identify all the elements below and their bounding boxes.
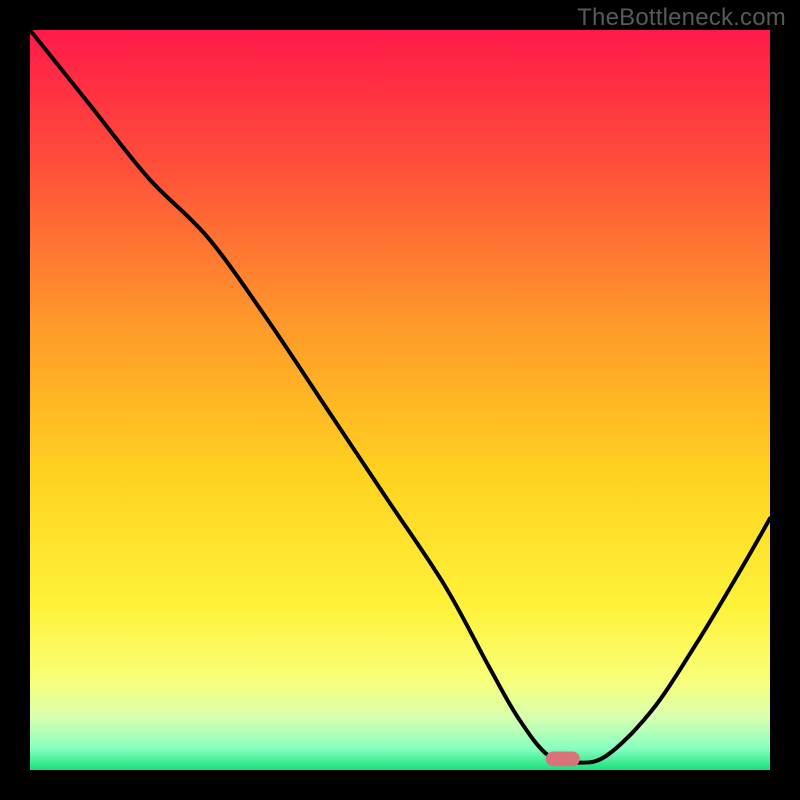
- bottleneck-chart: [30, 30, 770, 770]
- optimal-marker: [546, 752, 580, 767]
- chart-frame: TheBottleneck.com: [0, 0, 800, 800]
- gradient-background: [30, 30, 770, 770]
- watermark-text: TheBottleneck.com: [577, 4, 786, 32]
